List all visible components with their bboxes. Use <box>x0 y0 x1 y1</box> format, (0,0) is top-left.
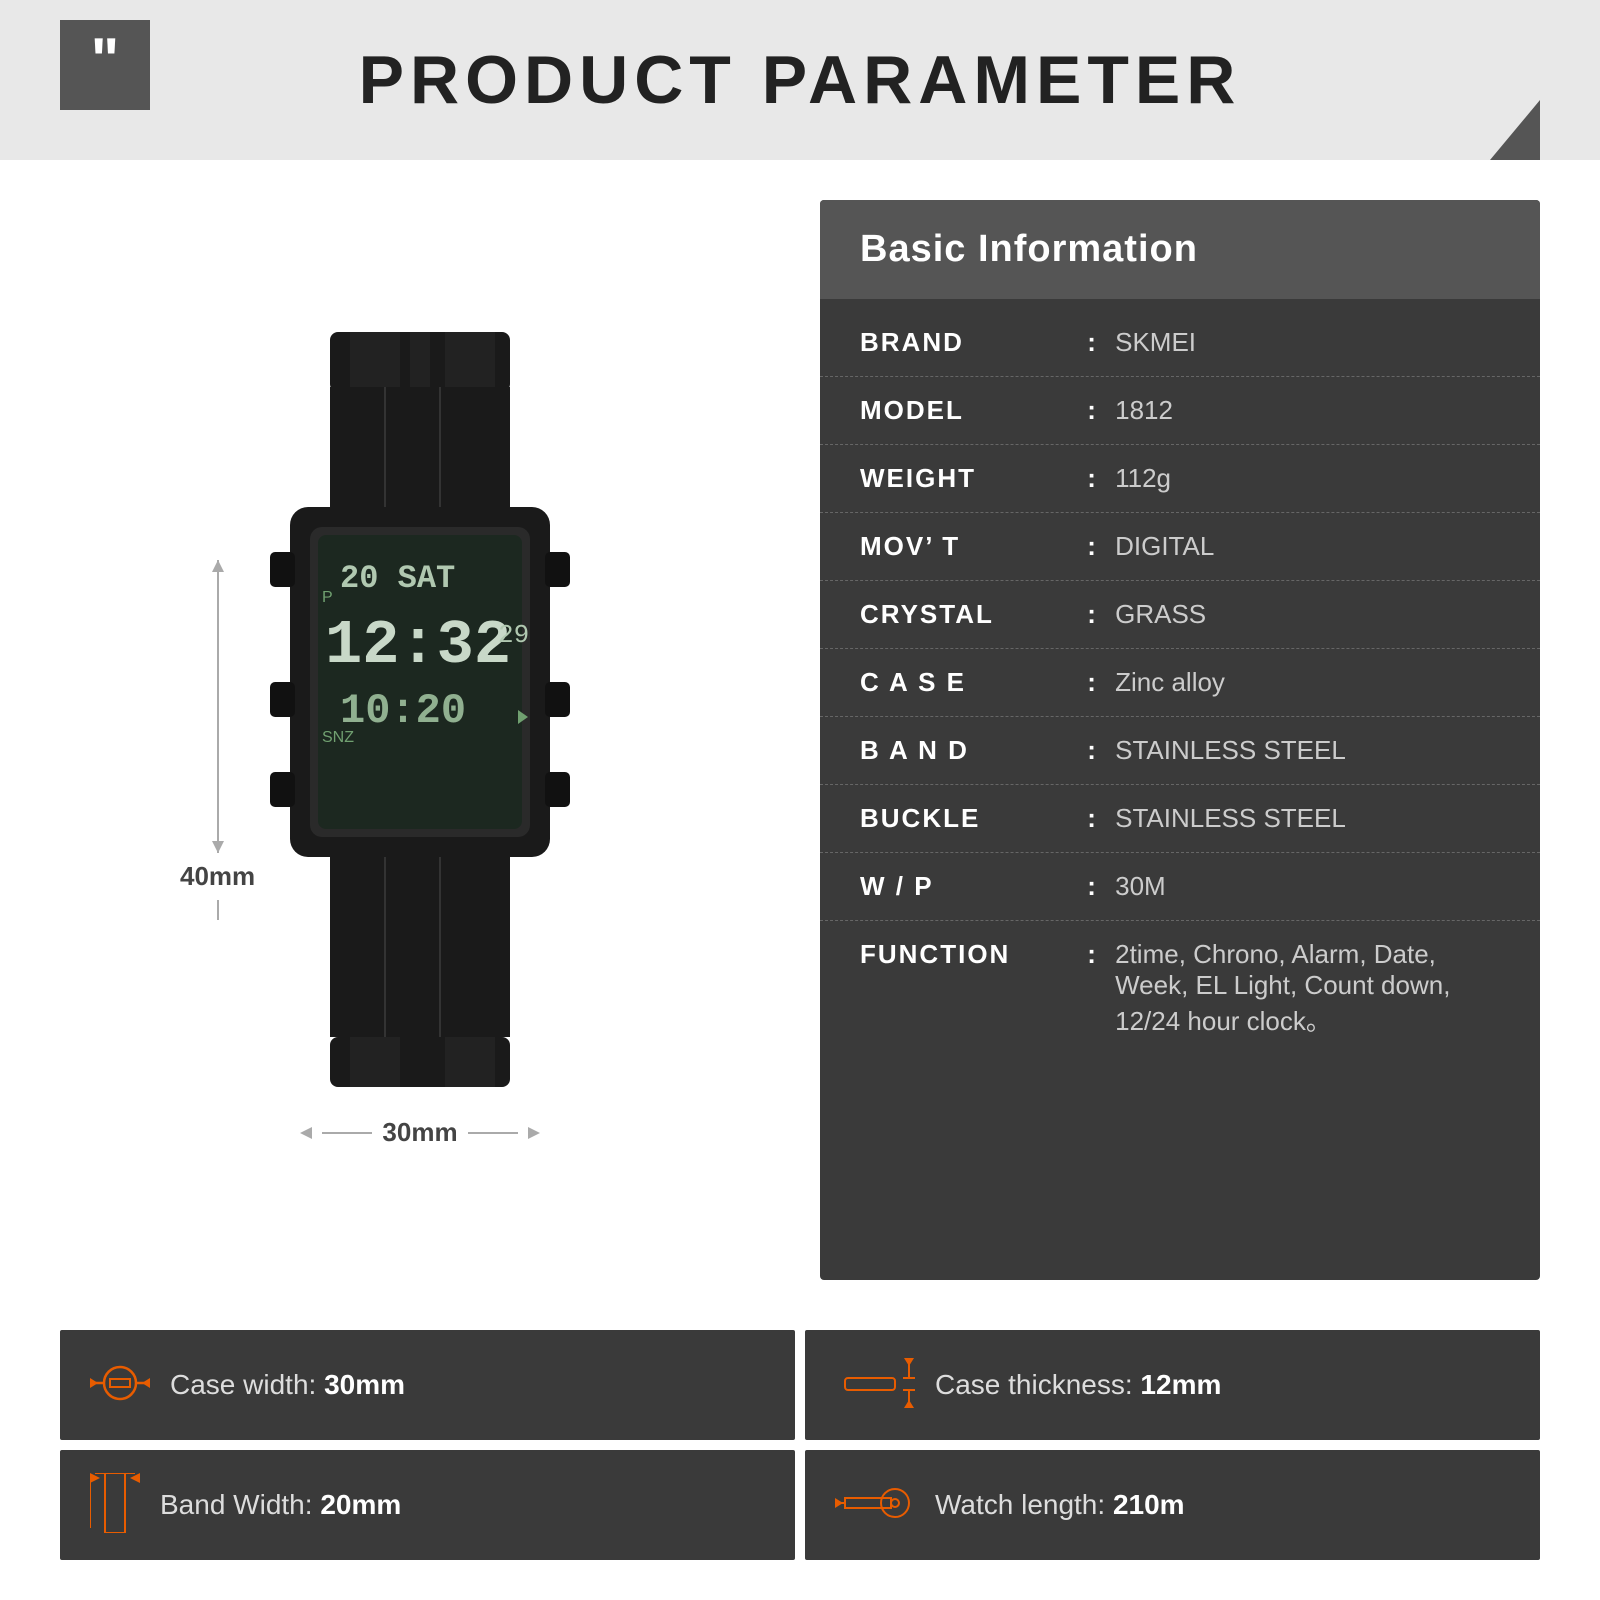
info-colon: : <box>1080 939 1103 970</box>
info-colon: : <box>1080 327 1103 358</box>
svg-text:12:32: 12:32 <box>325 610 511 681</box>
watch-container: 40mm <box>210 332 630 1148</box>
info-value: 112g <box>1115 463 1500 494</box>
info-row: W / P : 30M <box>820 853 1540 921</box>
svg-text:10:20: 10:20 <box>340 687 466 735</box>
info-colon: : <box>1080 803 1103 834</box>
info-row: C A S E : Zinc alloy <box>820 649 1540 717</box>
spec-box: Case thickness: 12mm <box>805 1330 1540 1440</box>
watch-width-icon <box>90 1358 150 1413</box>
info-value: GRASS <box>1115 599 1500 630</box>
info-row: BRAND : SKMEI <box>820 309 1540 377</box>
bottom-specs: Case width: 30mm Case thickness: 12mm Ba… <box>0 1320 1600 1600</box>
spec-label: Case width: 30mm <box>170 1369 405 1401</box>
info-colon: : <box>1080 395 1103 426</box>
spec-label: Case thickness: 12mm <box>935 1369 1221 1401</box>
band-width-icon <box>90 1473 140 1538</box>
spec-box: Band Width: 20mm <box>60 1450 795 1560</box>
info-value: DIGITAL <box>1115 531 1500 562</box>
info-value: Zinc alloy <box>1115 667 1500 698</box>
main-content: 40mm <box>0 160 1600 1320</box>
info-value: SKMEI <box>1115 327 1500 358</box>
spec-label: Watch length: 210m <box>935 1489 1185 1521</box>
info-section-title: Basic Information <box>860 228 1198 270</box>
spec-box: Watch length: 210m <box>805 1450 1540 1560</box>
info-colon: : <box>1080 531 1103 562</box>
spec-label: Band Width: 20mm <box>160 1489 401 1521</box>
info-row: B A N D : STAINLESS STEEL <box>820 717 1540 785</box>
watch-image: 20 SAT 12:32 29 10:20 SNZ P <box>210 332 630 1112</box>
quote-icon: " <box>60 20 150 110</box>
info-panel: Basic Information BRAND : SKMEI MODEL : … <box>820 200 1540 1280</box>
info-key: MODEL <box>860 395 1080 426</box>
info-row: MOV’ T : DIGITAL <box>820 513 1540 581</box>
info-rows: BRAND : SKMEI MODEL : 1812 WEIGHT : 112g… <box>820 299 1540 1280</box>
page-title: PRODUCT PARAMETER <box>359 41 1242 119</box>
info-colon: : <box>1080 871 1103 902</box>
spec-box: Case width: 30mm <box>60 1330 795 1440</box>
watch-length-icon <box>835 1478 915 1533</box>
info-value: STAINLESS STEEL <box>1115 803 1500 834</box>
svg-text:29: 29 <box>498 620 529 650</box>
info-row: WEIGHT : 112g <box>820 445 1540 513</box>
svg-text:P: P <box>322 589 333 606</box>
info-value: 1812 <box>1115 395 1500 426</box>
height-dimension-label: 40mm <box>180 861 255 892</box>
info-row: MODEL : 1812 <box>820 377 1540 445</box>
watch-thickness-icon <box>835 1358 915 1413</box>
info-colon: : <box>1080 735 1103 766</box>
info-row: CRYSTAL : GRASS <box>820 581 1540 649</box>
info-row: FUNCTION : 2time, Chrono, Alarm, Date, W… <box>820 921 1540 1056</box>
watch-section: 40mm <box>60 200 780 1280</box>
info-key: MOV’ T <box>860 531 1080 562</box>
svg-text:20 SAT: 20 SAT <box>340 560 455 597</box>
info-key: W / P <box>860 871 1080 902</box>
info-value: STAINLESS STEEL <box>1115 735 1500 766</box>
header: " PRODUCT PARAMETER <box>0 0 1600 160</box>
info-value: 2time, Chrono, Alarm, Date, Week, EL Lig… <box>1115 939 1500 1038</box>
info-header: Basic Information <box>820 200 1540 299</box>
info-key: CRYSTAL <box>860 599 1080 630</box>
info-key: WEIGHT <box>860 463 1080 494</box>
width-dimension: 30mm <box>300 1117 539 1148</box>
corner-decoration <box>1490 100 1540 160</box>
info-key: BRAND <box>860 327 1080 358</box>
info-key: B A N D <box>860 735 1080 766</box>
width-dimension-label: 30mm <box>382 1117 457 1148</box>
info-colon: : <box>1080 599 1103 630</box>
info-colon: : <box>1080 667 1103 698</box>
info-key: C A S E <box>860 667 1080 698</box>
info-row: BUCKLE : STAINLESS STEEL <box>820 785 1540 853</box>
info-key: FUNCTION <box>860 939 1080 970</box>
info-colon: : <box>1080 463 1103 494</box>
info-value: 30M <box>1115 871 1500 902</box>
info-key: BUCKLE <box>860 803 1080 834</box>
svg-text:SNZ: SNZ <box>322 729 354 746</box>
